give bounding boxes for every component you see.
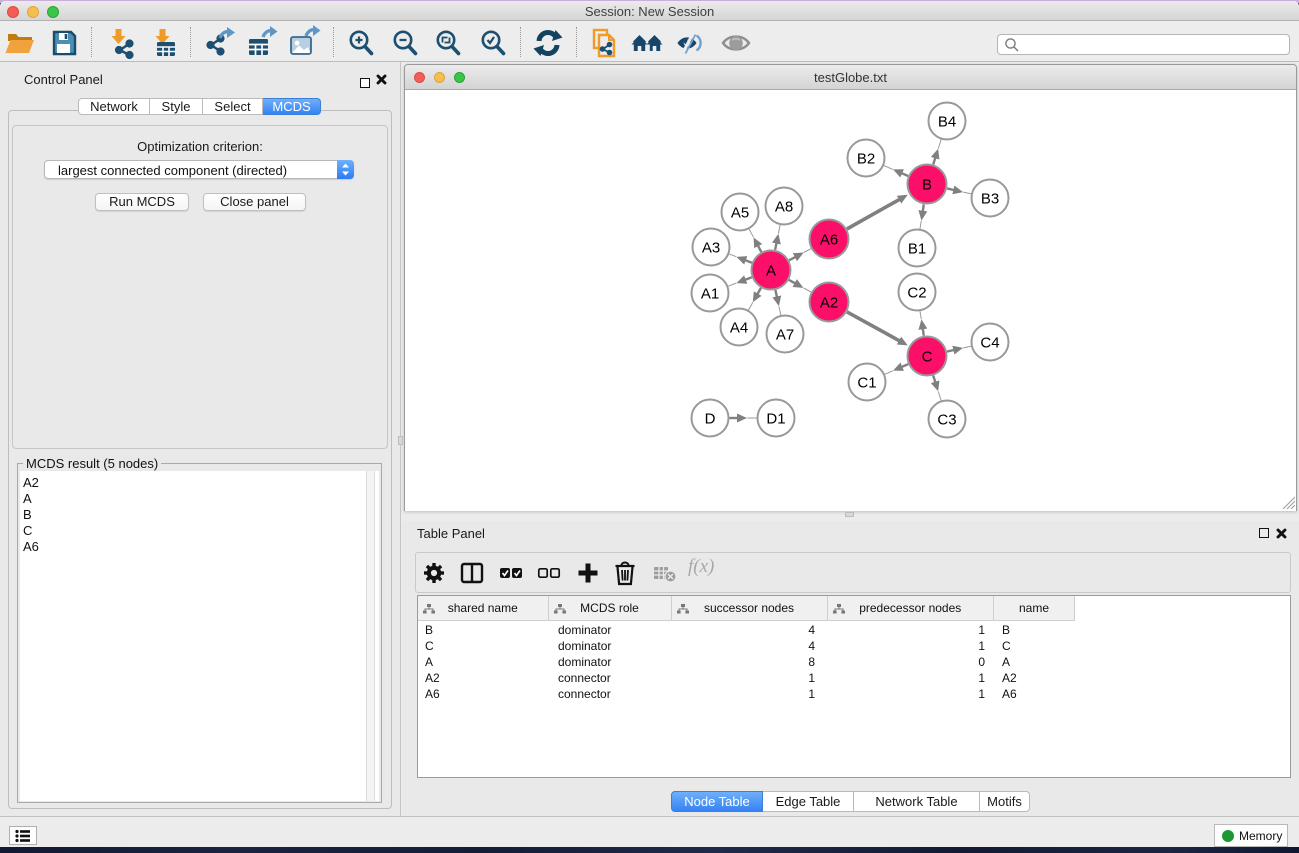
svg-text:C4: C4 bbox=[980, 335, 999, 352]
svg-text:D: D bbox=[705, 411, 716, 428]
svg-text:C3: C3 bbox=[937, 412, 956, 429]
svg-text:A5: A5 bbox=[731, 205, 749, 222]
svg-text:C1: C1 bbox=[857, 375, 876, 392]
svg-text:D1: D1 bbox=[766, 411, 785, 428]
svg-text:A3: A3 bbox=[702, 240, 720, 257]
svg-text:B1: B1 bbox=[908, 241, 926, 258]
svg-text:C: C bbox=[922, 349, 933, 366]
svg-text:A1: A1 bbox=[701, 286, 719, 303]
svg-text:B2: B2 bbox=[857, 151, 875, 168]
svg-text:C2: C2 bbox=[907, 285, 926, 302]
svg-text:B3: B3 bbox=[981, 191, 999, 208]
svg-text:A8: A8 bbox=[775, 199, 793, 216]
svg-text:A7: A7 bbox=[776, 327, 794, 344]
svg-text:A2: A2 bbox=[820, 295, 838, 312]
svg-text:A: A bbox=[766, 263, 776, 280]
svg-text:B: B bbox=[922, 177, 932, 194]
svg-text:A6: A6 bbox=[820, 232, 838, 249]
svg-text:A4: A4 bbox=[730, 320, 748, 337]
svg-text:B4: B4 bbox=[938, 114, 956, 131]
